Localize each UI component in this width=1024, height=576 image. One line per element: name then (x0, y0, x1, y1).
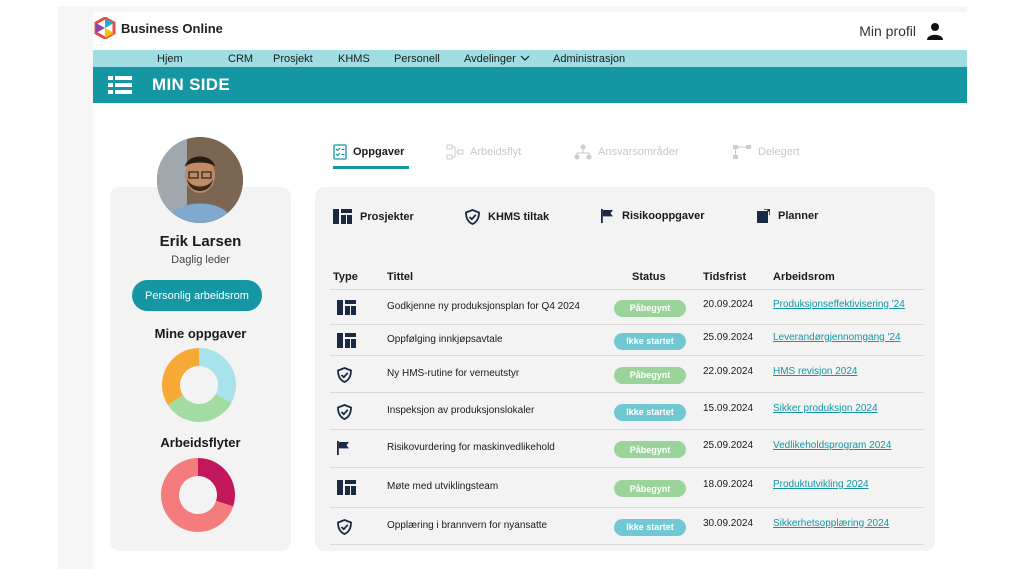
col-header-status[interactable]: Status (632, 271, 666, 283)
personal-workspace-button[interactable]: Personlig arbeidsrom (132, 280, 262, 311)
list-menu-icon[interactable] (108, 76, 132, 94)
workflows-donut-chart (161, 458, 235, 532)
delegate-icon (733, 145, 751, 159)
row-deadline: 15.09.2024 (703, 402, 754, 414)
row-title: Inspeksjon av produksjonslokaler (387, 404, 535, 416)
nav-item-avdelinger-label: Avdelinger (464, 52, 516, 65)
nav-item-personell[interactable]: Personell (394, 53, 464, 65)
avatar (157, 137, 243, 223)
workspace-link[interactable]: Vedlikeholdsprogram 2024 (773, 440, 891, 451)
filter-khms[interactable]: KHMS tiltak (465, 209, 549, 225)
project-icon (337, 480, 356, 496)
user-role: Daglig leder (171, 254, 230, 266)
my-tasks-heading: Mine oppgaver (154, 326, 247, 341)
shield-icon (337, 403, 355, 420)
profile-link[interactable]: Min profil (859, 22, 944, 40)
nav-item-administrasjon[interactable]: Administrasjon (553, 53, 625, 65)
row-deadline: 25.09.2024 (703, 331, 754, 343)
status-badge: Påbegynt (614, 299, 686, 317)
shield-icon (337, 518, 355, 535)
row-title: Risikovurdering for maskinvedlikehold (387, 442, 555, 453)
tasks-donut-chart (162, 348, 236, 422)
page-titlebar: MIN SIDE (93, 67, 967, 103)
donut2-slice-0 (198, 458, 235, 507)
row-deadline: 18.09.2024 (703, 479, 754, 490)
org-chart-icon (574, 144, 592, 160)
row-deadline: 25.09.2024 (703, 440, 754, 451)
nav-item-avdelinger[interactable]: Avdelinger (464, 53, 553, 65)
workflows-heading: Arbeidsflyter (160, 435, 241, 450)
brand-logo[interactable]: Business Online (94, 17, 223, 39)
tab-ansvarsomrader[interactable]: Ansvarsområder (574, 144, 679, 160)
main-nav: Hjem CRM Prosjekt KHMS Personell Avdelin… (93, 50, 967, 67)
user-name: Erik Larsen (159, 233, 242, 250)
status-badge: Påbegynt (614, 366, 686, 384)
profile-label: Min profil (859, 23, 916, 39)
workflow-icon (446, 144, 464, 160)
tab-arbeidsflyt[interactable]: Arbeidsflyt (446, 144, 521, 160)
status-badge: Ikke startet (614, 518, 686, 536)
donut1-slice-0 (199, 348, 236, 403)
nav-item-hjem[interactable]: Hjem (157, 53, 228, 65)
flag-icon (337, 441, 355, 457)
filter-prosjekter-label: Prosjekter (360, 210, 414, 223)
chevron-down-icon (520, 55, 530, 61)
col-header-deadline[interactable]: Tidsfrist (703, 271, 746, 283)
row-deadline: 30.09.2024 (703, 517, 754, 529)
page-title: MIN SIDE (152, 75, 230, 94)
tab-delegert[interactable]: Delegert (732, 144, 800, 160)
filter-risiko[interactable]: Risikooppgaver (601, 209, 705, 223)
workspace-link[interactable]: Leverandørgjennomgang '24 (773, 332, 901, 343)
tab-arbeidsflyt-label: Arbeidsflyt (470, 146, 522, 158)
tab-oppgaver[interactable]: Oppgaver (333, 144, 404, 160)
tab-delegert-label: Delegert (758, 146, 800, 158)
project-icon (337, 299, 356, 316)
project-icon (337, 332, 356, 349)
filter-khms-label: KHMS tiltak (488, 211, 550, 223)
col-header-title[interactable]: Tittel (387, 271, 413, 283)
active-tab-indicator (333, 166, 409, 169)
brand-name: Business Online (121, 20, 223, 36)
logo-mark-icon (94, 17, 116, 39)
nav-item-khms[interactable]: KHMS (338, 53, 394, 65)
row-title: Opplæring i brannvern for nyansatte (387, 519, 548, 531)
filter-planner[interactable]: Planner (757, 209, 818, 223)
row-title: Godkjenne ny produksjonsplan for Q4 2024 (387, 300, 580, 312)
col-header-type[interactable]: Type (333, 271, 358, 283)
shield-icon (337, 366, 355, 383)
status-badge: Ikke startet (614, 403, 686, 421)
nav-item-crm[interactable]: CRM (228, 53, 273, 65)
donut1-slice-2 (162, 348, 199, 405)
row-title: Oppfølging innkjøpsavtale (387, 333, 503, 345)
status-badge: Påbegynt (614, 441, 686, 458)
row-deadline: 20.09.2024 (703, 298, 754, 310)
checklist-icon (333, 144, 347, 160)
workspace-link[interactable]: Sikker produksjon 2024 (773, 403, 878, 414)
flag-icon (601, 209, 613, 223)
status-badge: Ikke startet (614, 332, 686, 350)
shield-check-icon (465, 209, 480, 225)
nav-item-prosjekt[interactable]: Prosjekt (273, 53, 338, 65)
col-header-workspace[interactable]: Arbeidsrom (773, 271, 835, 283)
status-badge: Påbegynt (614, 480, 686, 497)
workspace-link[interactable]: Produktutvikling 2024 (773, 479, 869, 490)
tab-oppgaver-label: Oppgaver (353, 146, 405, 158)
filter-prosjekter[interactable]: Prosjekter (333, 209, 414, 224)
workspace-link[interactable]: Sikkerhetsopplæring 2024 (773, 518, 889, 529)
row-deadline: 22.09.2024 (703, 365, 754, 377)
workspace-link[interactable]: Produksjonseffektivisering '24 (773, 299, 905, 310)
project-icon (333, 209, 352, 224)
tab-ansvarsomrader-label: Ansvarsområder (598, 146, 679, 158)
workspace-link[interactable]: HMS revisjon 2024 (773, 366, 857, 377)
filter-risiko-label: Risikooppgaver (622, 210, 705, 222)
avatar-image (157, 137, 243, 223)
filter-planner-label: Planner (778, 210, 819, 222)
user-icon (927, 23, 943, 40)
planner-icon (757, 209, 770, 223)
row-title: Ny HMS-rutine for verneutstyr (387, 367, 520, 379)
row-title: Møte med utviklingsteam (387, 481, 499, 492)
